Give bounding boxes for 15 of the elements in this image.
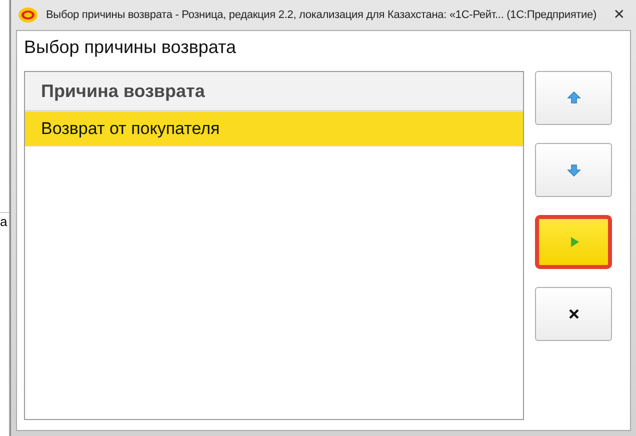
window-title: Выбор причины возврата - Розница, редакция 2.2, локализация для Казахстана: «1С-Рейт... (1С:Предприятие) <box>46 9 598 21</box>
arrow-up-button[interactable] <box>535 71 612 125</box>
table-cell-text: Возврат от покупателя <box>40 119 220 139</box>
arrow-down-icon <box>566 163 580 177</box>
play-button[interactable] <box>535 215 612 269</box>
background-text: а <box>0 212 9 231</box>
form-heading: Выбор причины возврата <box>24 37 238 58</box>
close-button[interactable] <box>535 287 612 341</box>
arrow-up-icon <box>566 91 580 105</box>
column-header[interactable]: Причина возврата <box>25 80 205 102</box>
close-button[interactable]: ✕ <box>607 7 631 23</box>
close-icon <box>566 307 580 321</box>
arrow-down-button[interactable] <box>535 143 612 197</box>
table-row[interactable]: Возврат от покупателя <box>25 112 523 147</box>
logo-icon <box>18 7 38 23</box>
